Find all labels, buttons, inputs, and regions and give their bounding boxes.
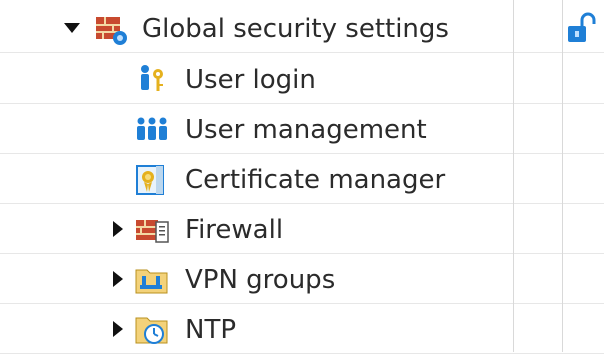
chevron-down-icon[interactable] — [62, 18, 82, 38]
tree-item-label: Certificate manager — [185, 165, 446, 195]
tree-item-label: NTP — [185, 315, 237, 345]
tree-item-label: Global security settings — [142, 14, 449, 44]
tree-item-label: VPN groups — [185, 265, 336, 295]
user-management-icon — [137, 117, 167, 140]
security-settings-icon — [96, 17, 127, 45]
column-divider[interactable] — [513, 0, 514, 352]
chevron-right-icon[interactable] — [108, 319, 128, 339]
tree-item-label: User management — [185, 115, 427, 145]
chevron-right-icon[interactable] — [108, 219, 128, 239]
certificate-icon — [136, 165, 164, 195]
unlocked-padlock-icon[interactable] — [566, 12, 596, 46]
firewall-icon — [136, 220, 169, 243]
chevron-right-icon[interactable] — [108, 269, 128, 289]
user-login-icon — [141, 65, 163, 91]
ntp-icon — [135, 317, 168, 344]
project-tree: Global security settings User login User… — [0, 0, 604, 354]
tree-item-label: Firewall — [185, 215, 284, 245]
column-divider[interactable] — [562, 0, 563, 352]
vpn-groups-icon — [135, 269, 168, 294]
tree-item-label: User login — [185, 65, 316, 95]
